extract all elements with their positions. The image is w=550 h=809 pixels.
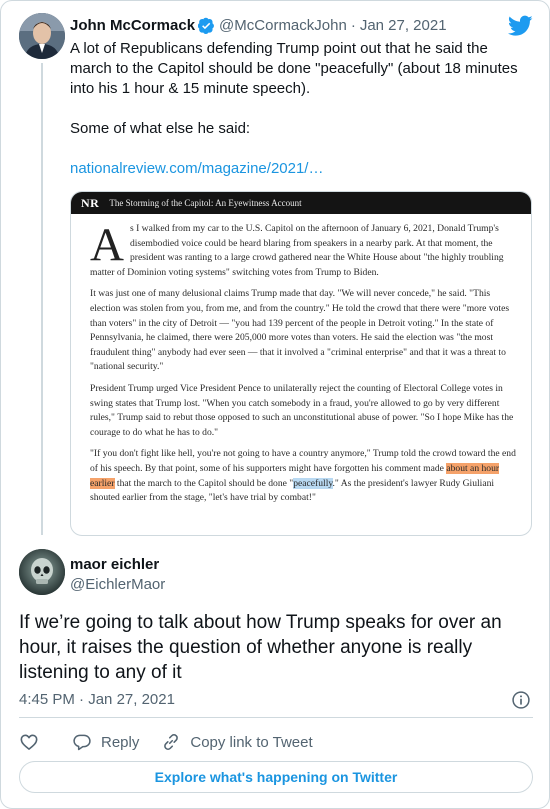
article-paragraph-1: As I walked from my car to the U.S. Capi… bbox=[90, 219, 504, 278]
nr-logo: NR bbox=[81, 195, 100, 210]
reply-button[interactable]: Reply bbox=[72, 732, 139, 752]
reply-author-handle[interactable]: @EichlerMaor bbox=[70, 576, 165, 593]
quoted-tweet-date[interactable]: Jan 27, 2021 bbox=[360, 17, 447, 34]
reply-author-name[interactable]: maor eichler bbox=[70, 556, 159, 573]
quoted-author-avatar[interactable] bbox=[19, 13, 65, 59]
copy-link-label: Copy link to Tweet bbox=[190, 733, 313, 751]
header-separator: · bbox=[350, 17, 356, 34]
reply-tweet-text: If we’re going to talk about how Trump s… bbox=[19, 612, 502, 683]
article-header-bar: NR The Storming of the Capitol: An Eyewi… bbox=[71, 192, 531, 214]
quoted-tweet-paragraph-1: A lot of Republicans defending Trump poi… bbox=[70, 40, 518, 97]
person-photo-icon bbox=[19, 13, 65, 59]
article-paragraph-3: President Trump urged Vice President Pen… bbox=[90, 382, 514, 438]
article-paragraph-2: It was just one of many delusional claim… bbox=[90, 288, 510, 373]
reply-author-avatar[interactable] bbox=[19, 549, 65, 595]
quoted-author-handle[interactable]: @McCormackJohn bbox=[219, 17, 347, 34]
verified-badge-icon bbox=[198, 17, 214, 34]
article-body: As I walked from my car to the U.S. Capi… bbox=[90, 222, 518, 513]
reply-meta-separator: · bbox=[79, 691, 85, 708]
meta-divider bbox=[19, 717, 533, 718]
heart-icon bbox=[20, 734, 38, 750]
quoted-tweet-text: A lot of Republicans defending Trump poi… bbox=[70, 39, 532, 179]
highlight-peacefully: peacefully bbox=[293, 477, 333, 489]
embedded-tweet-card: John McCormack @McCormackJohn · Jan 27, … bbox=[0, 0, 550, 809]
article-title: The Storming of the Capitol: An Eyewitne… bbox=[109, 198, 302, 208]
reply-time: 4:45 PM bbox=[19, 691, 75, 708]
quoted-tweet-paragraph-2: Some of what else he said: bbox=[70, 120, 251, 137]
quoted-author-name[interactable]: John McCormack bbox=[70, 17, 195, 34]
reply-bubble-icon bbox=[73, 734, 91, 751]
article-link[interactable]: nationalreview.com/magazine/2021/… bbox=[70, 159, 532, 179]
info-icon[interactable] bbox=[511, 690, 531, 710]
explore-twitter-button[interactable]: Explore what's happening on Twitter bbox=[19, 761, 533, 793]
article-dropcap: A bbox=[90, 219, 124, 271]
copy-link-button[interactable]: Copy link to Tweet bbox=[161, 732, 313, 752]
reply-date: Jan 27, 2021 bbox=[88, 691, 175, 708]
article-screenshot-image[interactable]: NR The Storming of the Capitol: An Eyewi… bbox=[70, 191, 532, 536]
like-button[interactable] bbox=[19, 732, 39, 752]
tweet-actions: Reply Copy link to Tweet bbox=[19, 731, 313, 753]
link-icon bbox=[164, 734, 179, 750]
skull-photo-icon bbox=[19, 549, 65, 595]
reply-label: Reply bbox=[101, 733, 140, 751]
reply-timestamp[interactable]: 4:45 PM · Jan 27, 2021 bbox=[19, 691, 175, 708]
twitter-bird-icon[interactable] bbox=[508, 15, 533, 37]
article-paragraph-4: "If you don't fight like hell, you're no… bbox=[90, 448, 516, 504]
quoted-tweet-header: John McCormack @McCormackJohn · Jan 27, … bbox=[70, 17, 447, 34]
thread-connector-line bbox=[41, 63, 43, 535]
